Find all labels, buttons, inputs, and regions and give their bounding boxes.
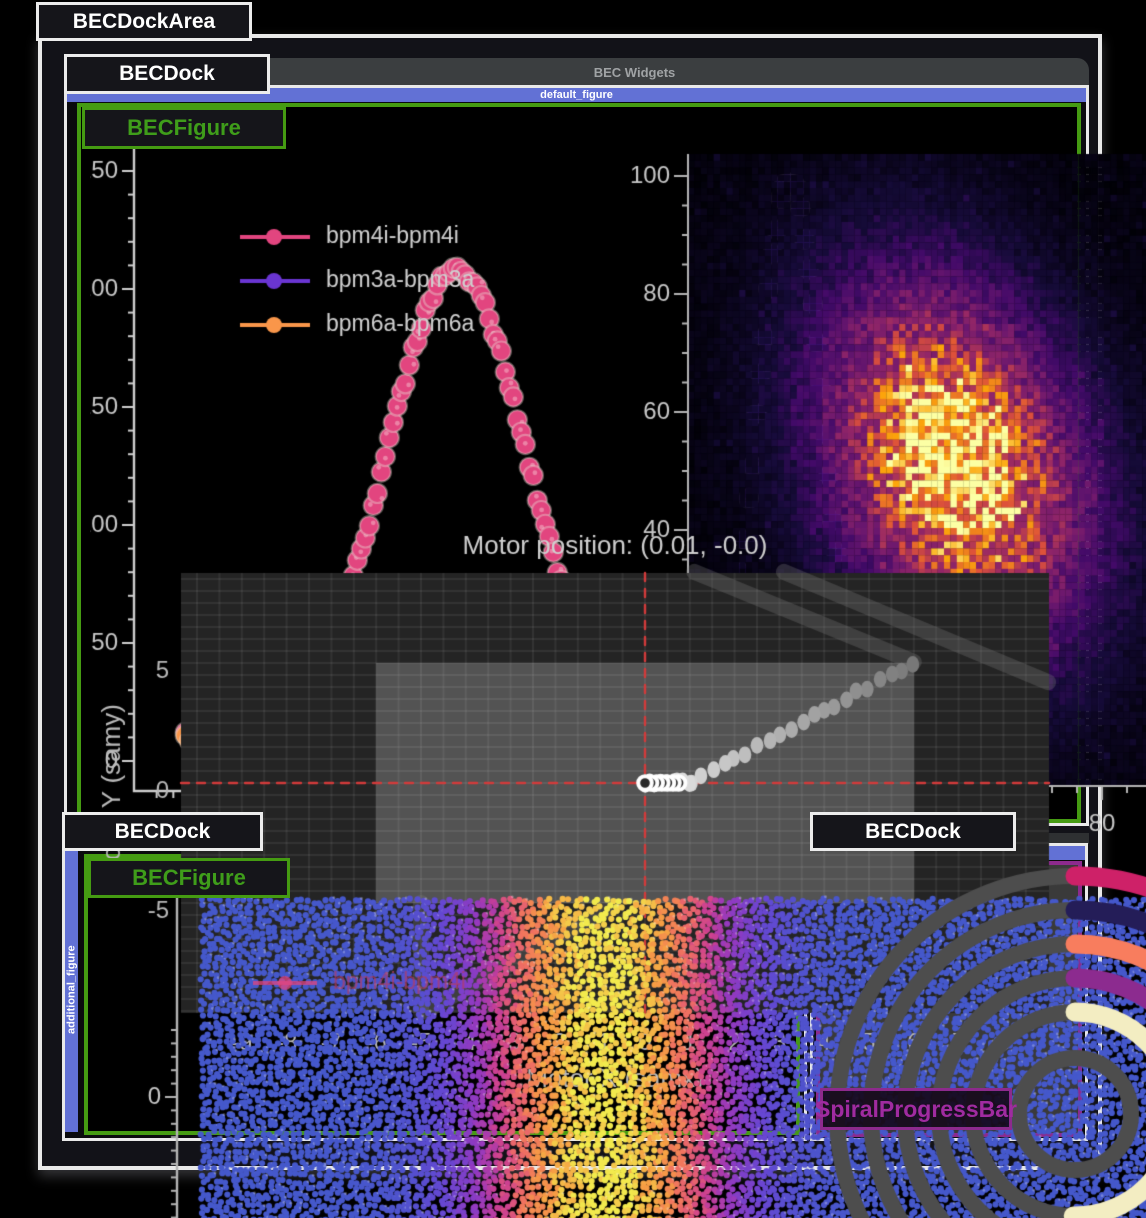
top-dock-label: BECDock [64, 54, 270, 94]
bottom-left-dock-titlebar[interactable]: additional_figure [65, 848, 78, 1132]
bottom-left-dock-label: BECDock [62, 812, 263, 851]
tab-bec-widgets[interactable]: BEC Widgets [180, 58, 1089, 86]
spiral-progress-label: SpiralProgressBar [820, 1088, 1012, 1130]
desktop: { "app": { "dock_area_label": "BECDockAr… [0, 0, 1146, 1218]
spiral-progress-label-text: SpiralProgressBar [815, 1096, 1017, 1123]
bottom-left-dock-titlebar-text: additional_figure [66, 946, 78, 1035]
bottom-figure-label-text: BECFigure [132, 865, 246, 891]
top-dock-titlebar-text: default_figure [540, 89, 613, 101]
top-figure-label-text: BECFigure [127, 115, 241, 141]
dock-area-title-label: BECDockArea [36, 2, 252, 41]
bottom-figure-label: BECFigure [88, 858, 290, 898]
bottom-left-dock-label-text: BECDock [115, 820, 211, 844]
bottom-right-dock-label: BECDock [810, 812, 1016, 851]
dock-area-title-text: BECDockArea [73, 10, 215, 34]
tab-bec-widgets-text: BEC Widgets [594, 65, 676, 80]
top-figure-label: BECFigure [82, 107, 286, 149]
top-dock-label-text: BECDock [119, 62, 215, 86]
bottom-right-dock-label-text: BECDock [865, 820, 961, 844]
spiral-progress-canvas[interactable] [821, 866, 1146, 1218]
